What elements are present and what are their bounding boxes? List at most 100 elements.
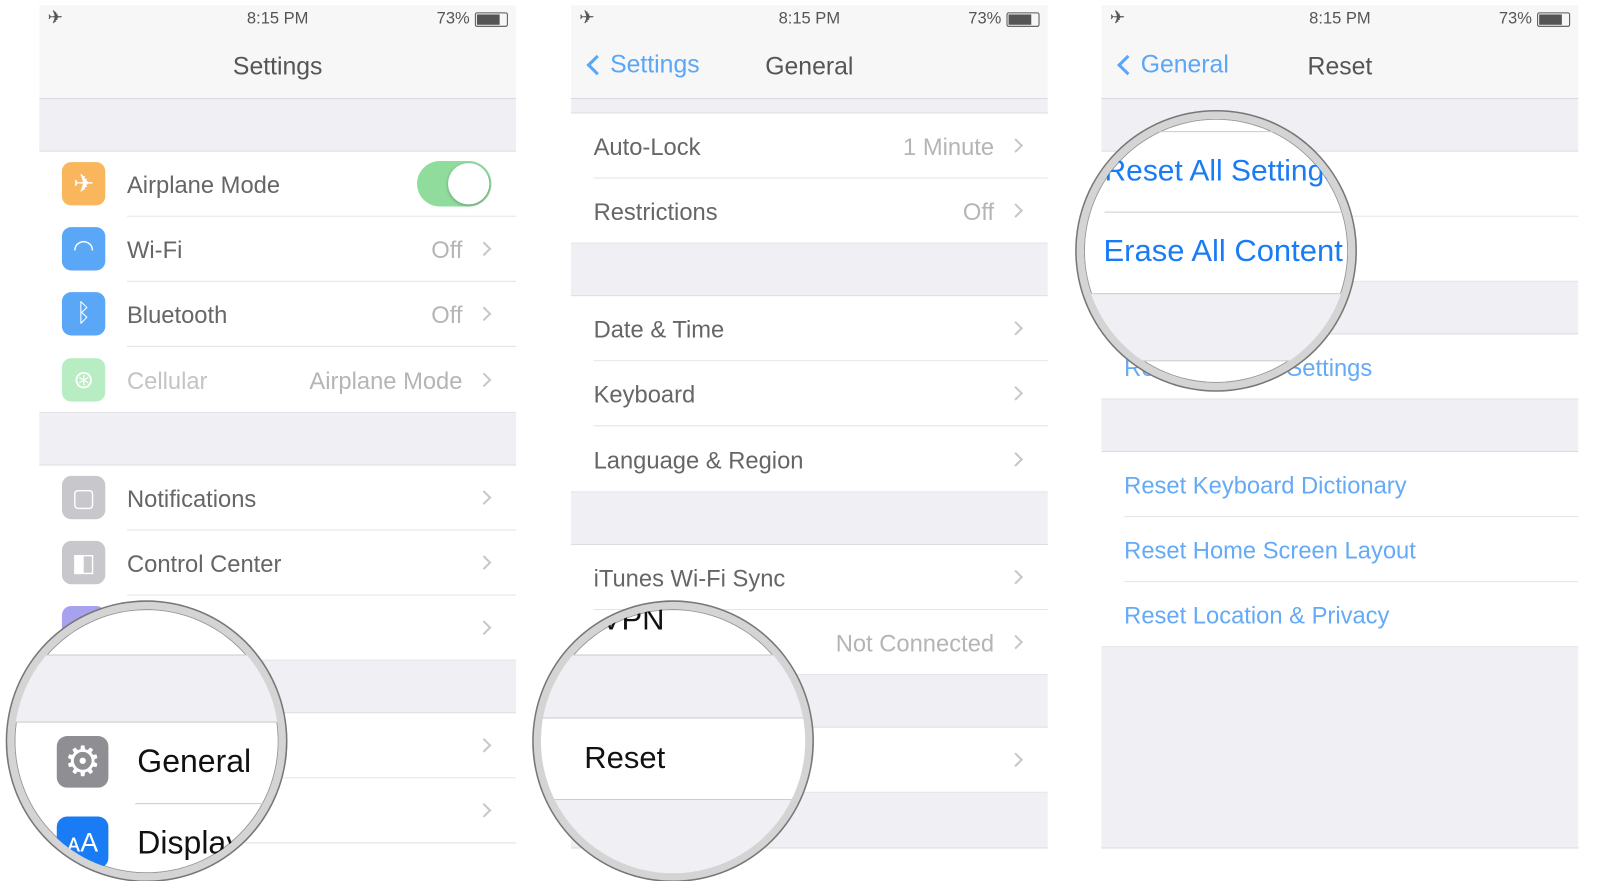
navigation-bar: General Reset: [1101, 32, 1579, 100]
row-label: Reset Keyboard Dictionary: [1124, 471, 1407, 499]
section-gap: [39, 412, 517, 466]
display-brightness-row[interactable]: ᴀA Display &: [14, 804, 278, 873]
status-bar: ✈ 8:15 PM 73%: [39, 5, 517, 33]
chevron-right-icon: [476, 803, 492, 818]
chevron-right-icon: [476, 372, 492, 388]
chevron-right-icon: [476, 738, 492, 753]
status-bar: ✈ 8:15 PM 73%: [570, 5, 1048, 33]
section-gap: [1101, 399, 1579, 453]
row-label: Cellular: [126, 367, 208, 395]
airplane-mode-toggle[interactable]: [417, 161, 492, 207]
battery-indicator: 73%: [968, 10, 1040, 29]
page-title: Reset: [1307, 52, 1373, 81]
chevron-right-icon: [1008, 452, 1024, 467]
display-label: Display &: [137, 824, 273, 861]
row-label: Auto-Lock: [593, 133, 701, 161]
section-gap: [1101, 647, 1579, 849]
row-value: Off: [431, 236, 463, 264]
section-gap: [570, 99, 1048, 114]
chevron-right-icon: [1008, 386, 1024, 401]
chevron-right-icon: [476, 490, 492, 505]
magnifier-reset: VPN Reset: [533, 601, 813, 881]
cellular-icon: ⊛: [61, 358, 106, 402]
chevron-right-icon: [1008, 569, 1024, 585]
battery-percent: 73%: [968, 10, 1002, 28]
magnifier-erase: Reset All Settings Erase All Content and…: [1076, 111, 1356, 391]
battery-icon: [474, 12, 508, 27]
reset-row[interactable]: Reset: [540, 718, 806, 800]
battery-indicator: 73%: [437, 10, 508, 29]
row-label: Bluetooth: [126, 301, 228, 329]
chevron-right-icon: [476, 306, 492, 322]
list-item[interactable]: Language & Region: [570, 427, 1048, 493]
battery-indicator: 73%: [1498, 10, 1571, 29]
row-label: Control Center: [126, 550, 282, 578]
list-item[interactable]: Reset Home Screen Layout: [1101, 517, 1579, 583]
row-label: Airplane Mode: [126, 171, 281, 199]
list-item[interactable]: iTunes Wi-Fi Sync: [570, 545, 1048, 611]
row-value: Airplane Mode: [309, 367, 463, 395]
divider: [1145, 131, 1349, 133]
bluetooth-icon: ᛒ: [61, 292, 106, 336]
row-label: Language & Region: [593, 446, 804, 474]
display-icon: ᴀA: [56, 816, 109, 869]
row-label: Restrictions: [593, 198, 718, 226]
row-label: iTunes Wi-Fi Sync: [593, 564, 786, 592]
section-gap: [540, 654, 806, 719]
reset-all-settings-button[interactable]: Reset All Settings: [1105, 155, 1340, 189]
airplane-icon: ✈: [61, 162, 106, 206]
chevron-right-icon: [1008, 634, 1024, 650]
magnifier-general: ⚙ General ᴀA Display &: [7, 601, 286, 881]
list-item[interactable]: Reset Location & Privacy: [1101, 582, 1579, 648]
row-label: Keyboard: [593, 380, 696, 408]
list-item[interactable]: ✈ Airplane Mode: [39, 151, 517, 217]
list-item[interactable]: Auto-Lock 1 Minute: [570, 113, 1048, 179]
status-bar: ✈ 8:15 PM 73%: [1101, 5, 1579, 33]
wifi-icon: ◠: [61, 227, 106, 271]
list-item[interactable]: ⊛ Cellular Airplane Mode: [39, 347, 517, 413]
gear-icon: ⚙: [56, 736, 109, 788]
section-gap: [1083, 293, 1349, 362]
chevron-right-icon: [476, 620, 492, 635]
navigation-bar: Settings General: [570, 32, 1048, 100]
section-gap: [570, 243, 1048, 297]
notifications-icon: ▢: [61, 475, 106, 520]
row-label: Reset Home Screen Layout: [1124, 536, 1416, 564]
row-label: Reset Location & Privacy: [1124, 601, 1390, 629]
page-title: General: [765, 52, 854, 81]
chevron-right-icon: [1008, 320, 1024, 336]
row-value: Off: [962, 198, 995, 226]
page-title: Settings: [232, 52, 323, 81]
battery-icon: [1537, 12, 1571, 27]
list-item[interactable]: Date & Time: [570, 296, 1048, 362]
row-value: Not Connected: [835, 629, 995, 657]
chevron-right-icon: [476, 555, 492, 570]
control-center-icon: ◧: [61, 540, 106, 585]
reset-label: Reset: [584, 741, 666, 776]
list-item[interactable]: Restrictions Off: [570, 178, 1048, 244]
general-row[interactable]: ⚙ General: [14, 723, 278, 804]
row-label: Date & Time: [593, 315, 725, 343]
row-value: Off: [431, 301, 463, 329]
section-gap: [14, 654, 279, 723]
section-gap: [570, 492, 1048, 546]
section-gap: [39, 99, 517, 152]
list-item[interactable]: ▢ Notifications: [39, 465, 517, 531]
list-item[interactable]: ᛒ Bluetooth Off: [39, 281, 517, 347]
general-label: General: [137, 743, 252, 780]
erase-all-content-button[interactable]: Erase All Content and Settings: [1104, 234, 1349, 269]
navigation-bar: Settings: [39, 32, 517, 100]
chevron-right-icon: [1008, 138, 1024, 153]
chevron-right-icon: [476, 241, 492, 257]
list-item[interactable]: Keyboard: [570, 361, 1048, 427]
list-item[interactable]: ◠ Wi-Fi Off: [39, 216, 517, 282]
list-item[interactable]: ◧ Control Center: [39, 530, 517, 596]
row-label: Notifications: [126, 485, 257, 513]
battery-percent: 73%: [436, 10, 470, 28]
row-label: Wi-Fi: [126, 236, 183, 264]
battery-icon: [1006, 12, 1040, 27]
list-item[interactable]: Reset Keyboard Dictionary: [1101, 452, 1579, 518]
row-value: 1 Minute: [903, 133, 995, 161]
battery-percent: 73%: [1498, 10, 1532, 28]
divider: [593, 425, 1048, 427]
